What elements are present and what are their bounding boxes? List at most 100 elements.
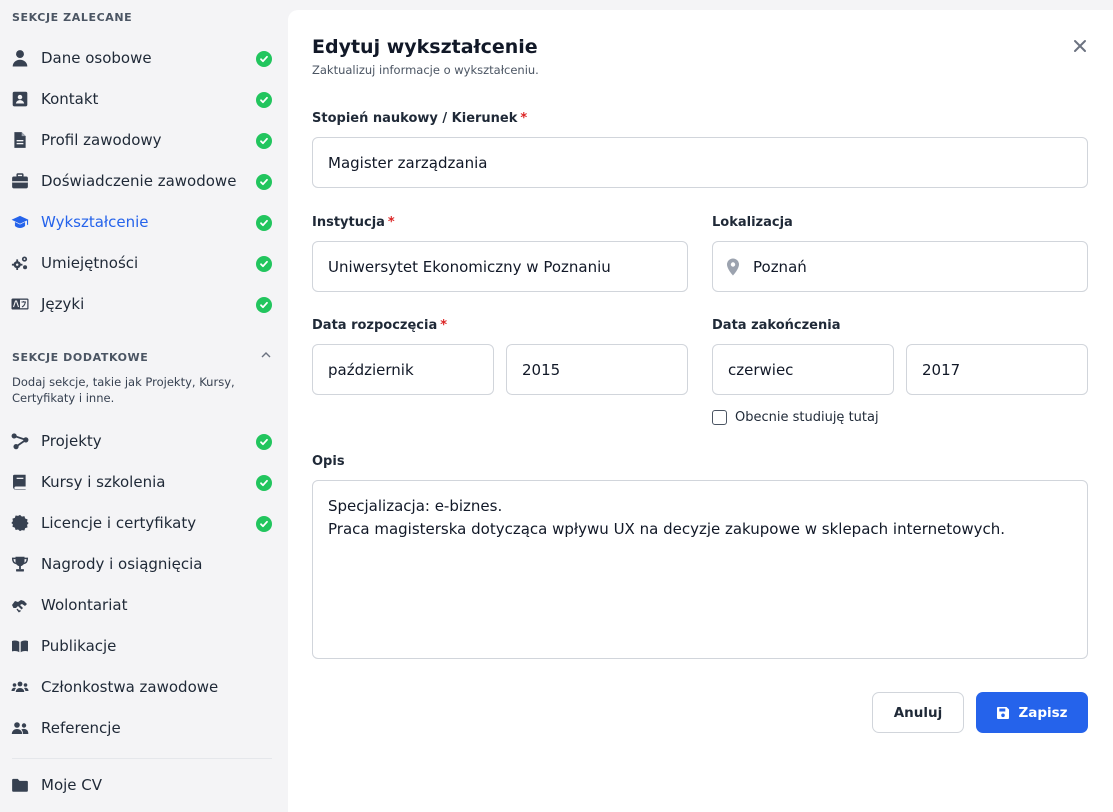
check-circle-icon xyxy=(256,516,272,532)
start-month-input[interactable]: październik xyxy=(312,344,494,395)
check-circle-icon xyxy=(256,256,272,272)
contact-card-icon xyxy=(11,90,29,108)
sidebar-item-label: Projekty xyxy=(41,432,102,450)
institution-input[interactable]: Uniwersytet Ekonomiczny w Poznaniu xyxy=(312,241,688,292)
map-marker-icon xyxy=(727,258,739,276)
sidebar-item-licencje[interactable]: Licencje i certyfikaty xyxy=(0,503,287,544)
modal-subtitle: Zaktualizuj informacje o wykształceniu. xyxy=(312,63,539,77)
degree-label: Stopień naukowy / Kierunek * xyxy=(312,111,527,126)
sidebar-item-kontakt[interactable]: Kontakt xyxy=(0,79,287,120)
users-icon xyxy=(11,678,29,696)
sidebar-item-umiejetnosci[interactable]: Umiejętności xyxy=(0,243,287,284)
check-circle-icon xyxy=(256,475,272,491)
end-date-label: Data zakończenia xyxy=(712,318,841,333)
start-year-input[interactable]: 2015 xyxy=(506,344,688,395)
close-button[interactable] xyxy=(1068,34,1092,58)
handshake-icon xyxy=(11,596,29,614)
sidebar-item-kursy[interactable]: Kursy i szkolenia xyxy=(0,462,287,503)
user-icon xyxy=(11,49,29,67)
extra-sections-description: Dodaj sekcje, takie jak Projekty, Kursy,… xyxy=(12,375,235,405)
degree-label-text: Stopień naukowy / Kierunek xyxy=(312,111,518,126)
sidebar-item-label: Moje CV xyxy=(41,776,103,794)
gears-icon xyxy=(11,254,29,272)
sidebar-item-doswiadczenie[interactable]: Doświadczenie zawodowe xyxy=(0,161,287,202)
sidebar-item-profil-zawodowy[interactable]: Profil zawodowy xyxy=(0,120,287,161)
sidebar-item-label: Wolontariat xyxy=(41,596,128,614)
sidebar-item-moje-cv[interactable]: Moje CV xyxy=(0,765,287,806)
save-button[interactable]: Zapisz xyxy=(976,692,1088,733)
sidebar-item-projekty[interactable]: Projekty xyxy=(0,421,287,462)
check-circle-icon xyxy=(256,92,272,108)
description-textarea[interactable]: Specjalizacja: e-biznes. Praca magisters… xyxy=(312,480,1088,659)
sidebar-item-wolontariat[interactable]: Wolontariat xyxy=(0,585,287,626)
cancel-button[interactable]: Anuluj xyxy=(872,692,964,733)
institution-input-value: Uniwersytet Ekonomiczny w Poznaniu xyxy=(328,257,611,276)
certificate-icon xyxy=(11,514,29,532)
sidebar-divider xyxy=(12,758,272,759)
start-date-label-text: Data rozpoczęcia xyxy=(312,318,438,333)
edit-education-modal: Edytuj wykształcenie Zaktualizuj informa… xyxy=(288,10,1113,812)
sidebar-item-label: Referencje xyxy=(41,719,121,737)
required-mark: * xyxy=(440,318,448,333)
sidebar-item-label: Licencje i certyfikaty xyxy=(41,514,197,532)
check-circle-icon xyxy=(256,174,272,190)
currently-studying-toggle[interactable]: Obecnie studiuję tutaj xyxy=(712,410,879,425)
currently-studying-checkbox[interactable] xyxy=(712,410,727,425)
sidebar-item-jezyki[interactable]: Języki xyxy=(0,284,287,325)
sidebar-item-label: Nagrody i osiągnięcia xyxy=(41,555,203,573)
sidebar: SEKCJE ZALECANE Dane osobowe Kontakt Pro… xyxy=(0,0,287,812)
sidebar-item-label: Wykształcenie xyxy=(41,213,149,231)
sidebar-item-label: Umiejętności xyxy=(41,254,139,272)
sidebar-item-publikacje[interactable]: Publikacje xyxy=(0,626,287,667)
required-mark: * xyxy=(387,215,395,230)
description-label: Opis xyxy=(312,454,345,469)
start-month-value: październik xyxy=(328,360,414,379)
degree-input-value: Magister zarządzania xyxy=(328,153,488,172)
graduation-cap-icon xyxy=(11,213,29,231)
degree-input[interactable]: Magister zarządzania xyxy=(312,137,1088,188)
start-date-label: Data rozpoczęcia * xyxy=(312,318,447,333)
modal-title: Edytuj wykształcenie xyxy=(312,36,538,58)
check-circle-icon xyxy=(256,133,272,149)
required-mark: * xyxy=(520,111,528,126)
sidebar-item-label: Dane osobowe xyxy=(41,49,152,67)
sidebar-item-label: Publikacje xyxy=(41,637,117,655)
institution-label-text: Instytucja xyxy=(312,215,385,230)
location-label: Lokalizacja xyxy=(712,215,793,230)
sidebar-item-label: Profil zawodowy xyxy=(41,131,162,149)
end-month-value: czerwiec xyxy=(728,360,794,379)
trophy-icon xyxy=(11,555,29,573)
sidebar-item-referencje[interactable]: Referencje xyxy=(0,708,287,749)
sidebar-item-dane-osobowe[interactable]: Dane osobowe xyxy=(0,38,287,79)
close-icon xyxy=(1074,40,1086,52)
chevron-up-icon[interactable] xyxy=(260,350,272,360)
sidebar-item-label: Kursy i szkolenia xyxy=(41,473,166,491)
sidebar-item-label: Członkostwa zawodowe xyxy=(41,678,219,696)
end-month-input[interactable]: czerwiec xyxy=(712,344,894,395)
user-friends-icon xyxy=(11,719,29,737)
check-circle-icon xyxy=(256,297,272,313)
extra-sections-title: SEKCJE DODATKOWE xyxy=(12,351,149,364)
sidebar-item-nagrody[interactable]: Nagrody i osiągnięcia xyxy=(0,544,287,585)
open-book-icon xyxy=(11,637,29,655)
location-input[interactable]: Poznań xyxy=(712,241,1088,292)
briefcase-icon xyxy=(11,172,29,190)
cancel-button-label: Anuluj xyxy=(893,704,943,721)
recommended-sections-title: SEKCJE ZALECANE xyxy=(12,11,133,24)
sidebar-item-czlonkostwa[interactable]: Członkostwa zawodowe xyxy=(0,667,287,708)
currently-studying-label: Obecnie studiuję tutaj xyxy=(735,410,879,425)
folder-icon xyxy=(11,776,29,794)
language-icon xyxy=(11,295,29,313)
check-circle-icon xyxy=(256,51,272,67)
check-circle-icon xyxy=(256,434,272,450)
book-icon xyxy=(11,473,29,491)
save-button-label: Zapisz xyxy=(1018,704,1068,721)
end-year-value: 2017 xyxy=(922,360,961,379)
extra-sections-toggle[interactable]: SEKCJE DODATKOWE xyxy=(0,348,287,366)
check-circle-icon xyxy=(256,215,272,231)
sidebar-item-label: Kontakt xyxy=(41,90,99,108)
project-diagram-icon xyxy=(11,432,29,450)
sidebar-item-wyksztalcenie[interactable]: Wykształcenie xyxy=(0,202,287,243)
start-year-value: 2015 xyxy=(522,360,561,379)
end-year-input[interactable]: 2017 xyxy=(906,344,1088,395)
